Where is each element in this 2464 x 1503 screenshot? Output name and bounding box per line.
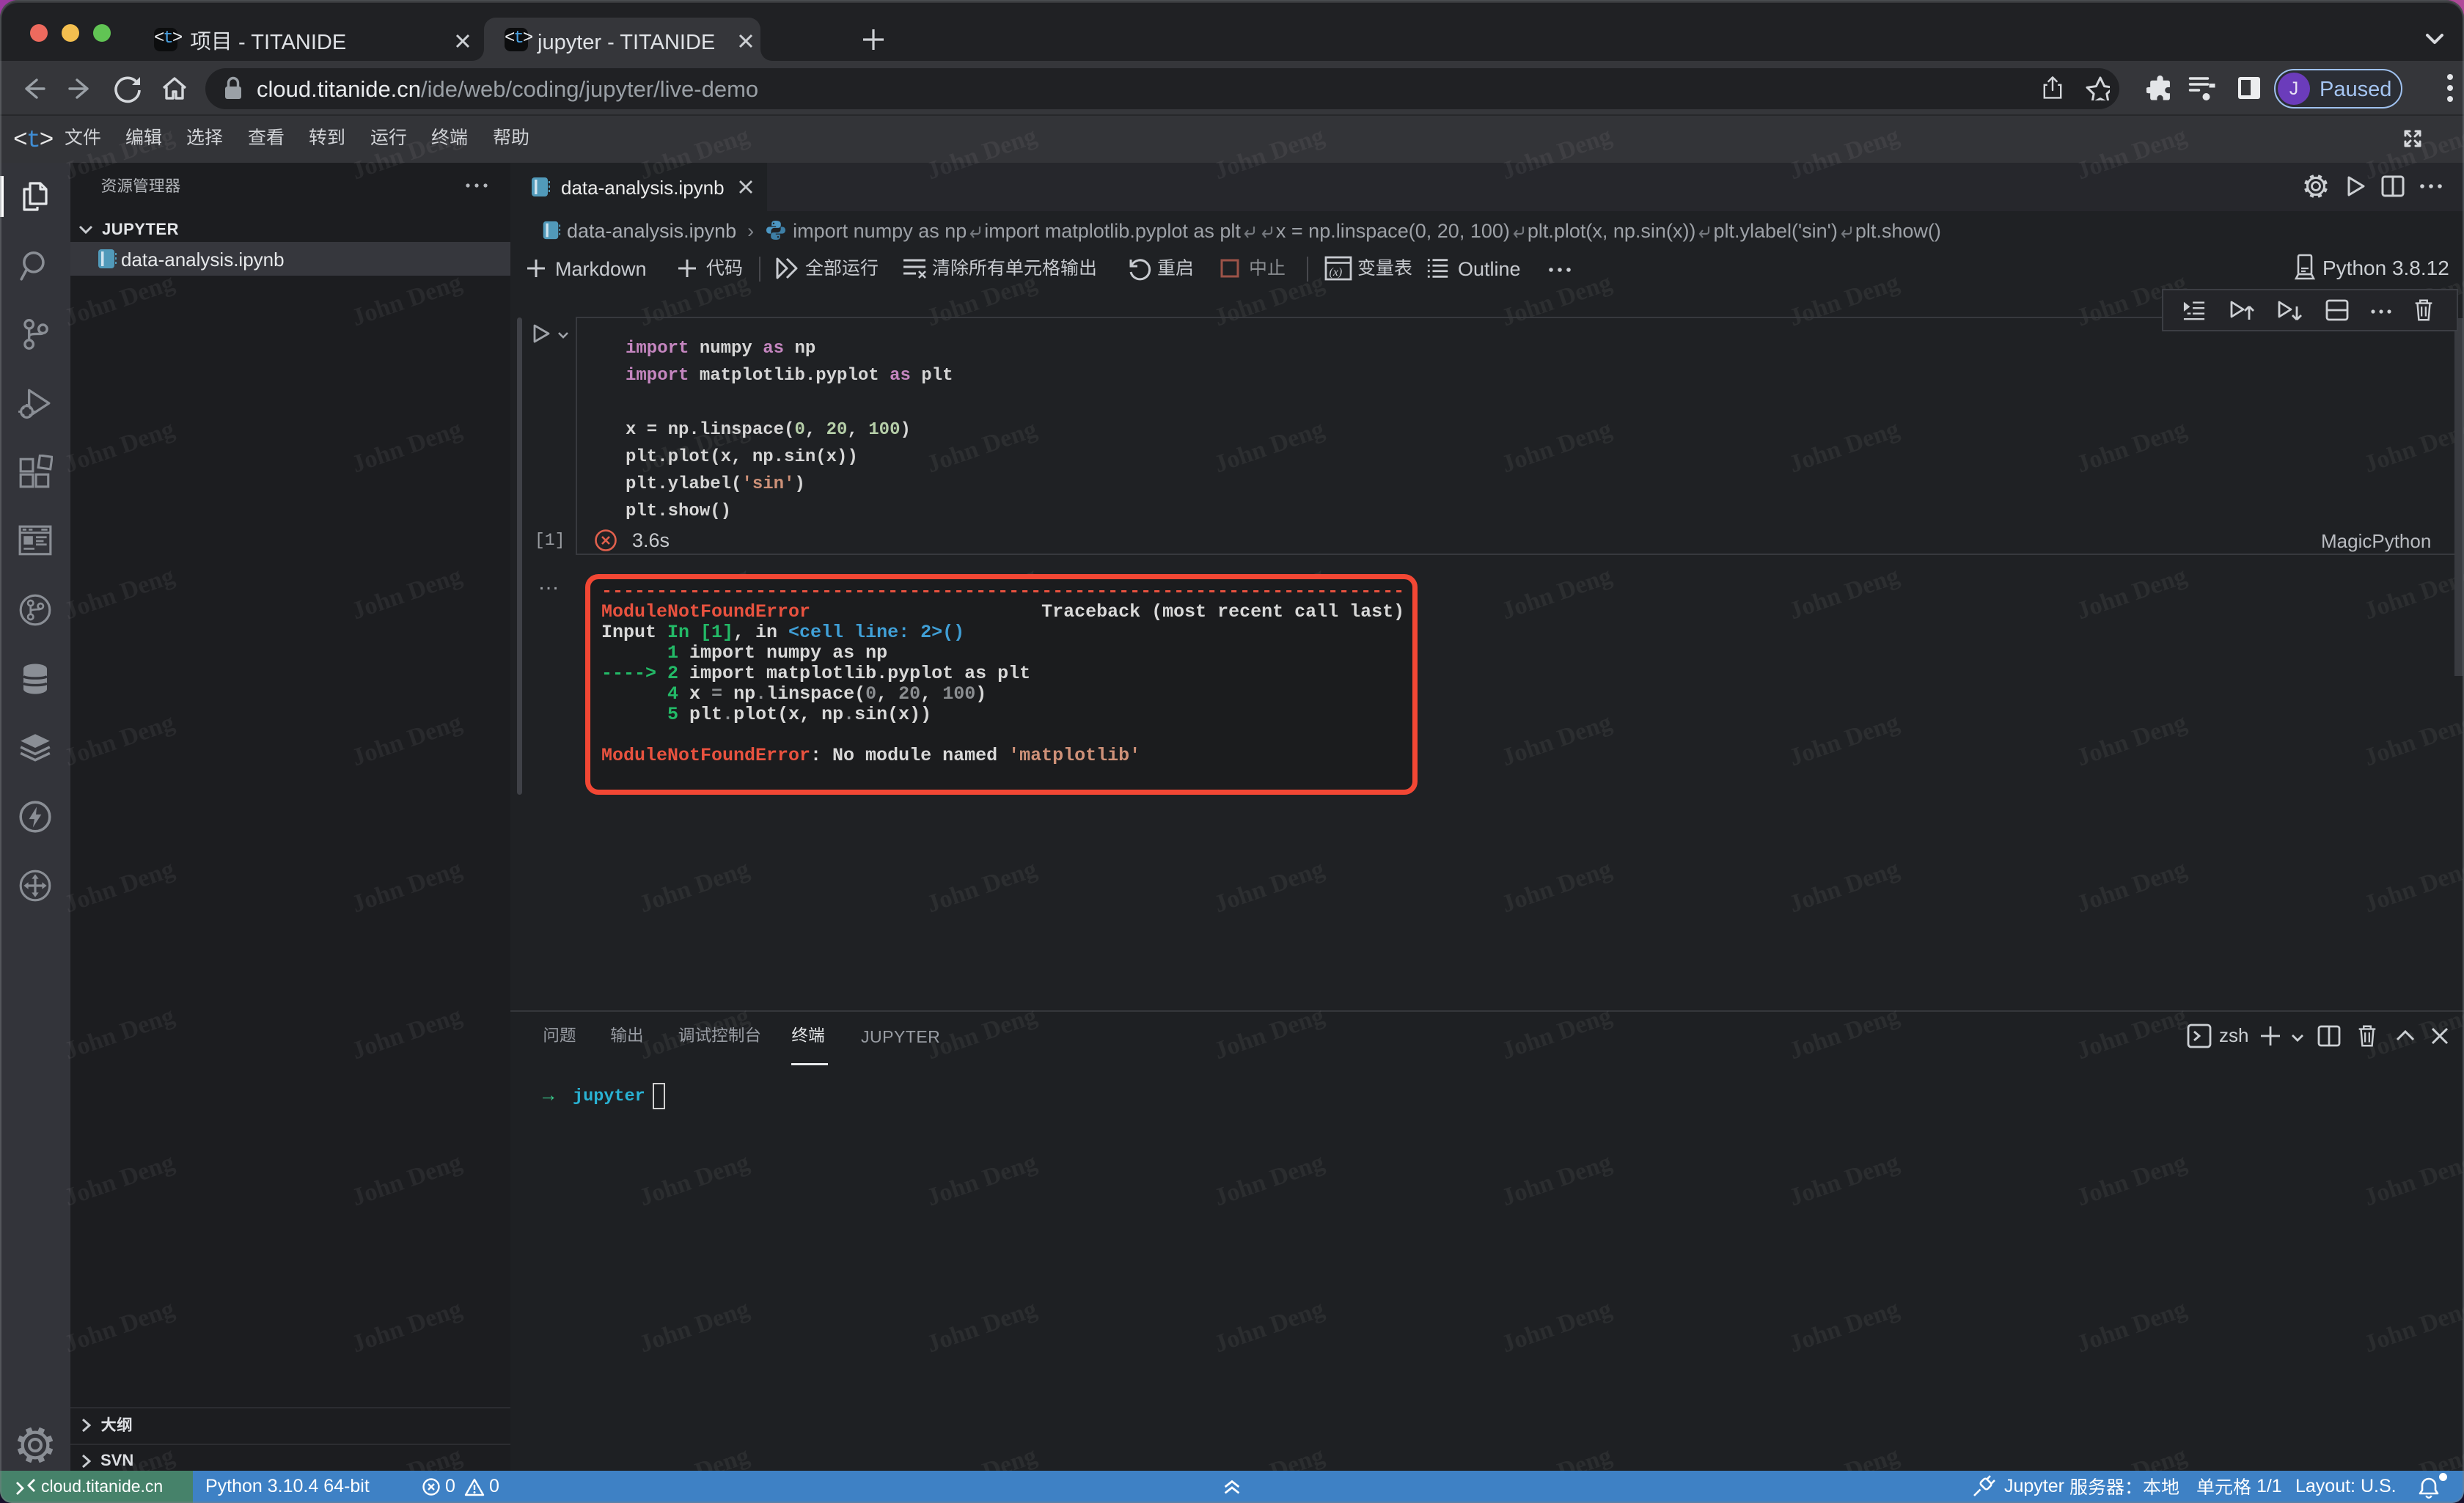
svg-text:(x): (x) bbox=[1330, 266, 1343, 279]
